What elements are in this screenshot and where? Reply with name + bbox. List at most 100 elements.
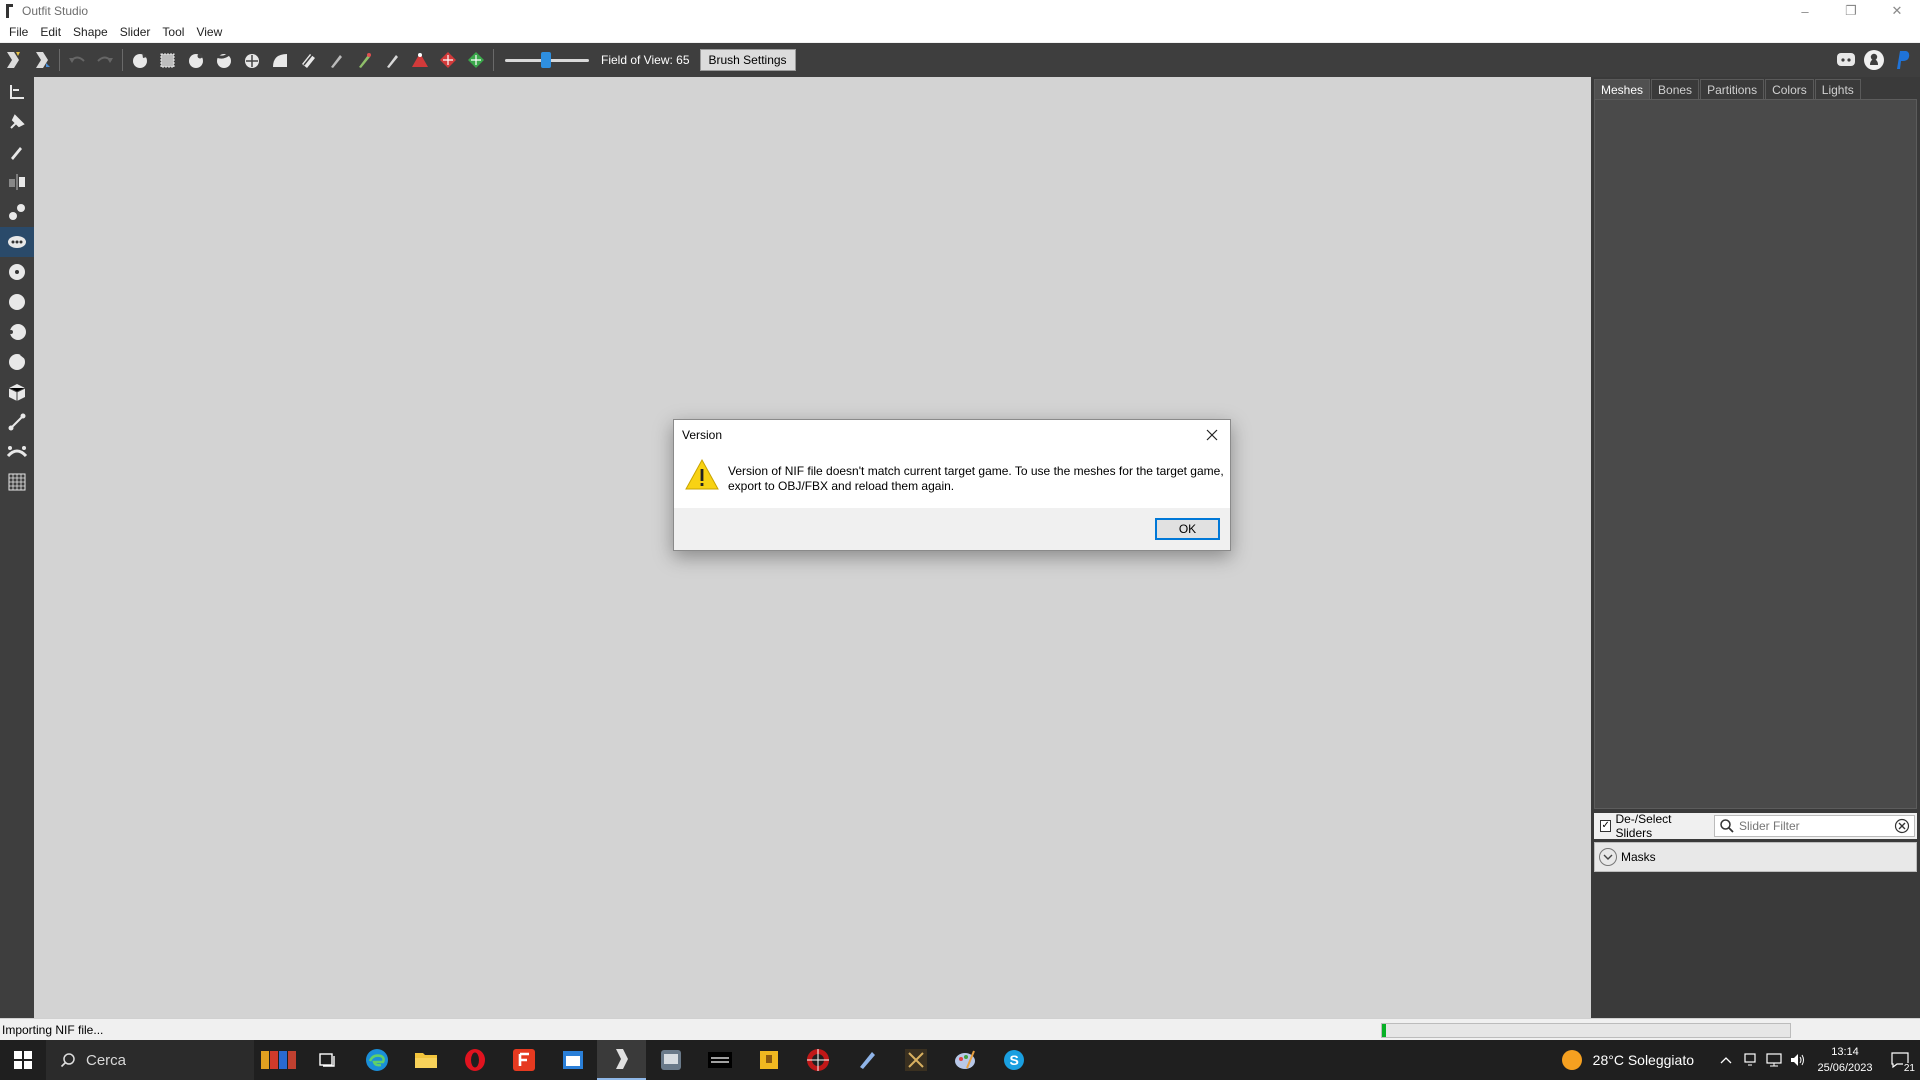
taskbar-search-label: Cerca: [86, 1051, 127, 1069]
brush-size-1-icon[interactable]: [0, 257, 34, 287]
foxit-reader-icon[interactable]: [499, 1040, 548, 1080]
select-brush-icon[interactable]: [126, 46, 154, 74]
taskbar-search-box[interactable]: Cerca: [46, 1040, 254, 1080]
vertex-select-icon[interactable]: [406, 46, 434, 74]
tab-lights[interactable]: Lights: [1814, 79, 1861, 99]
menu-slider[interactable]: Slider: [114, 25, 157, 39]
brush-size-4-icon[interactable]: [0, 347, 34, 377]
device-icon[interactable]: [1738, 1046, 1762, 1074]
restore-button[interactable]: ❐: [1828, 0, 1874, 22]
mirror-tool-icon[interactable]: [0, 167, 34, 197]
wardrobe-app-icon[interactable]: [254, 1040, 303, 1080]
redo-icon[interactable]: [91, 46, 119, 74]
brush-size-3-icon[interactable]: [0, 317, 34, 347]
new-project-icon[interactable]: [0, 46, 28, 74]
smooth-brush-icon[interactable]: [266, 46, 294, 74]
close-window-button[interactable]: ✕: [1874, 0, 1920, 22]
pencil-tool-icon[interactable]: [0, 137, 34, 167]
network-icon[interactable]: [1762, 1046, 1786, 1074]
menu-bar: File Edit Shape Slider Tool View: [0, 22, 1920, 42]
tab-meshes[interactable]: Meshes: [1594, 79, 1651, 99]
window-app-icon[interactable]: [548, 1040, 597, 1080]
version-dialog: Version Version of NIF file doesn't matc…: [673, 419, 1231, 551]
tab-bones[interactable]: Bones: [1651, 79, 1700, 99]
notification-count: 21: [1902, 1063, 1916, 1074]
menu-shape[interactable]: Shape: [67, 25, 114, 39]
deflate-brush-icon[interactable]: [210, 46, 238, 74]
github-icon[interactable]: [1860, 46, 1888, 74]
field-of-view-label: Field of View: 65: [601, 53, 690, 67]
mesh-list[interactable]: [1594, 99, 1917, 809]
archive-manager-icon[interactable]: [744, 1040, 793, 1080]
transform-icon[interactable]: [434, 46, 462, 74]
slider-filter-box[interactable]: [1714, 815, 1915, 837]
move-brush-icon[interactable]: [238, 46, 266, 74]
weight-brush-icon[interactable]: [322, 46, 350, 74]
deselect-sliders-checkbox[interactable]: ✓: [1600, 820, 1612, 832]
xray-tool-icon[interactable]: [0, 227, 34, 257]
msi-afterburner-icon[interactable]: [695, 1040, 744, 1080]
pen-tool-app-icon[interactable]: [842, 1040, 891, 1080]
edge-browser-icon[interactable]: [352, 1040, 401, 1080]
paint-app-icon[interactable]: [940, 1040, 989, 1080]
menu-file[interactable]: File: [3, 25, 34, 39]
windows-start-icon[interactable]: [0, 1040, 46, 1080]
pivot-icon[interactable]: [462, 46, 490, 74]
left-toolbox: [0, 77, 34, 1018]
inflate-brush-icon[interactable]: [182, 46, 210, 74]
field-of-view-slider[interactable]: [505, 46, 589, 74]
game-launcher-icon[interactable]: [793, 1040, 842, 1080]
slider-list[interactable]: [1594, 874, 1917, 1018]
ok-button[interactable]: OK: [1155, 518, 1220, 540]
minimize-button[interactable]: –: [1782, 0, 1828, 22]
file-explorer-icon[interactable]: [401, 1040, 450, 1080]
paypal-icon[interactable]: [1888, 46, 1916, 74]
alpha-brush-icon[interactable]: [378, 46, 406, 74]
connected-tool-icon[interactable]: [0, 197, 34, 227]
wireframe-grid-icon[interactable]: [0, 467, 34, 497]
chevron-down-icon[interactable]: [1599, 848, 1617, 866]
undiff-brush-icon[interactable]: [294, 46, 322, 74]
deselect-sliders-label[interactable]: De-/Select Sliders: [1615, 812, 1706, 840]
brush-settings-button[interactable]: Brush Settings: [699, 49, 796, 71]
load-project-icon[interactable]: [28, 46, 56, 74]
transform-tool-icon[interactable]: [0, 77, 34, 107]
volume-icon[interactable]: [1786, 1046, 1810, 1074]
cube-tool-icon[interactable]: [0, 377, 34, 407]
menu-edit[interactable]: Edit: [34, 25, 67, 39]
clear-filter-icon[interactable]: [1894, 818, 1910, 834]
bone-tool-icon[interactable]: [0, 407, 34, 437]
undo-icon[interactable]: [63, 46, 91, 74]
slider-filter-input[interactable]: [1739, 819, 1894, 833]
weather-widget[interactable]: 28°C Soleggiato: [1561, 1049, 1694, 1071]
notification-center-icon[interactable]: 21: [1880, 1040, 1920, 1080]
status-progress-fill: [1382, 1024, 1387, 1037]
status-text: Importing NIF file...: [2, 1022, 104, 1037]
task-view-icon[interactable]: [303, 1040, 352, 1080]
segment-tool-icon[interactable]: [0, 437, 34, 467]
field-of-view-slider-thumb[interactable]: [541, 52, 551, 68]
tab-partitions[interactable]: Partitions: [1700, 79, 1765, 99]
menu-tool[interactable]: Tool: [156, 25, 190, 39]
dialog-close-icon[interactable]: [1200, 424, 1224, 446]
tab-colors[interactable]: Colors: [1765, 79, 1814, 99]
color-brush-icon[interactable]: [350, 46, 378, 74]
weather-text: 28°C Soleggiato: [1592, 1052, 1694, 1068]
clock-date: 25/06/2023: [1817, 1062, 1873, 1074]
masks-row[interactable]: Masks: [1594, 842, 1917, 872]
brush-size-2-icon[interactable]: [0, 287, 34, 317]
warning-icon: [685, 458, 719, 490]
pivot-tool-icon[interactable]: [0, 107, 34, 137]
clock-time: 13:14: [1831, 1046, 1859, 1058]
opera-browser-icon[interactable]: [450, 1040, 499, 1080]
chevron-up-icon[interactable]: [1714, 1046, 1738, 1074]
discord-icon[interactable]: [1832, 46, 1860, 74]
menu-view[interactable]: View: [190, 25, 228, 39]
hardware-monitor-icon[interactable]: [646, 1040, 695, 1080]
outfit-studio-taskbar-icon[interactable]: [597, 1040, 646, 1080]
creation-kit-icon[interactable]: [891, 1040, 940, 1080]
main-toolbar: Field of View: 65 Brush Settings: [0, 43, 1920, 77]
skype-icon[interactable]: S: [989, 1040, 1038, 1080]
mask-brush-icon[interactable]: [154, 46, 182, 74]
taskbar-clock[interactable]: 13:14 25/06/2023: [1810, 1044, 1880, 1076]
